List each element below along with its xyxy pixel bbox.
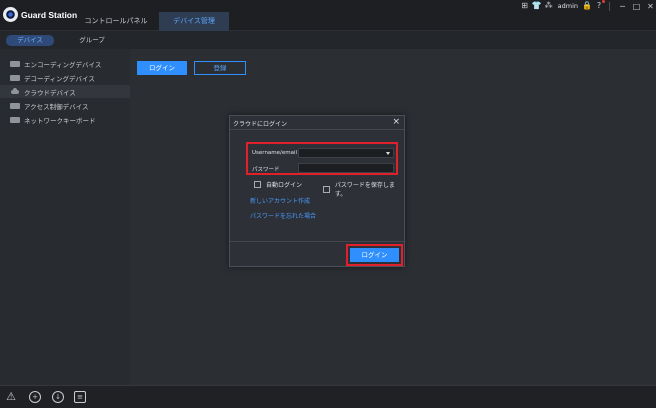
device-type-sidebar: エンコーディングデバイス デコーディングデバイス クラウドデバイス アクセス制御… xyxy=(0,49,130,385)
user-name[interactable]: admin xyxy=(558,2,578,10)
save-password-option[interactable]: パスワードを保存します。 xyxy=(323,180,404,198)
forgot-password-link[interactable]: パスワードを忘れた場合 xyxy=(250,211,316,220)
sidebar-item-label: クラウドデバイス xyxy=(24,88,76,97)
divider xyxy=(609,1,610,11)
password-field[interactable] xyxy=(298,163,394,173)
auto-login-checkbox[interactable] xyxy=(254,181,261,188)
dialog-header: クラウドにログイン × xyxy=(230,116,404,130)
subtab-devices[interactable]: デバイス xyxy=(6,35,54,46)
layout-grid-icon[interactable]: ⊞ xyxy=(519,0,531,12)
tab-device-management[interactable]: デバイス管理 xyxy=(159,12,229,31)
app-title: Guard Station xyxy=(21,10,78,20)
encoder-icon xyxy=(10,60,20,67)
subtab-groups[interactable]: グループ xyxy=(72,35,112,46)
dialog-login-button[interactable]: ログイン xyxy=(350,248,399,262)
tab-control-panel[interactable]: コントロールパネル xyxy=(76,12,156,31)
sidebar-item-network-keyboard[interactable]: ネットワークキーボード xyxy=(0,113,130,126)
save-password-checkbox[interactable] xyxy=(323,185,330,193)
chevron-down-icon[interactable] xyxy=(386,152,390,155)
auto-login-option[interactable]: 自動ログイン xyxy=(254,180,302,189)
dialog-close-icon[interactable]: × xyxy=(392,117,400,127)
warning-icon[interactable]: ⚠ xyxy=(5,391,17,403)
download-icon[interactable]: ↓ xyxy=(52,391,64,403)
sidebar-item-decoding[interactable]: デコーディングデバイス xyxy=(0,71,130,84)
help-icon[interactable]: ? xyxy=(593,0,605,12)
cloud-login-dialog: クラウドにログイン × Username/email パスワード 自動ログイン … xyxy=(229,115,405,267)
username-label: Username/email xyxy=(252,150,298,156)
sub-tab-bar: デバイス グループ xyxy=(0,31,656,49)
maximize-icon[interactable]: □ xyxy=(631,1,642,12)
keyboard-icon xyxy=(10,116,20,123)
credentials-highlight: Username/email パスワード xyxy=(246,142,398,175)
sidebar-item-label: デコーディングデバイス xyxy=(24,74,95,83)
decoder-icon xyxy=(10,74,20,81)
header-toolbar: ⊞ 👕 ⁂ admin 🔒 ? ─ □ ✕ xyxy=(519,0,656,12)
create-account-link[interactable]: 新しいアカウント作成 xyxy=(250,196,310,205)
sidebar-item-label: ネットワークキーボード xyxy=(24,116,96,125)
password-label: パスワード xyxy=(252,167,280,173)
shirt-icon[interactable]: 👕 xyxy=(531,0,543,12)
access-control-icon xyxy=(10,102,20,109)
cloud-login-button[interactable]: ログイン xyxy=(137,61,187,75)
sidebar-item-access-control[interactable]: アクセス制御デバイス xyxy=(0,99,130,112)
lock-icon[interactable]: 🔒 xyxy=(581,0,593,12)
top-bar: Guard Station コントロールパネル デバイス管理 ⊞ 👕 ⁂ adm… xyxy=(0,0,656,31)
cloud-register-button[interactable]: 登録 xyxy=(194,61,246,75)
dialog-title: クラウドにログイン xyxy=(233,121,288,128)
auto-login-label: 自動ログイン xyxy=(266,182,303,189)
close-icon[interactable]: ✕ xyxy=(645,1,656,12)
minimize-icon[interactable]: ─ xyxy=(617,1,628,12)
save-password-label: パスワードを保存します。 xyxy=(334,182,395,198)
username-field[interactable] xyxy=(298,148,394,158)
cloud-icon xyxy=(10,88,20,95)
app-logo-icon xyxy=(3,7,18,22)
sidebar-item-label: エンコーディングデバイス xyxy=(24,60,102,69)
network-icon[interactable]: ⁂ xyxy=(543,0,555,12)
sidebar-item-encoding[interactable]: エンコーディングデバイス xyxy=(0,57,130,70)
sidebar-item-label: アクセス制御デバイス xyxy=(24,102,89,111)
sidebar-item-cloud[interactable]: クラウドデバイス xyxy=(0,85,130,98)
add-icon[interactable]: + xyxy=(29,391,41,403)
log-list-icon[interactable]: ≡ xyxy=(74,391,86,403)
bottom-toolbar: ⚠ + ↓ ≡ xyxy=(0,385,656,408)
dialog-divider xyxy=(230,241,404,242)
login-button-highlight: ログイン xyxy=(346,244,403,266)
